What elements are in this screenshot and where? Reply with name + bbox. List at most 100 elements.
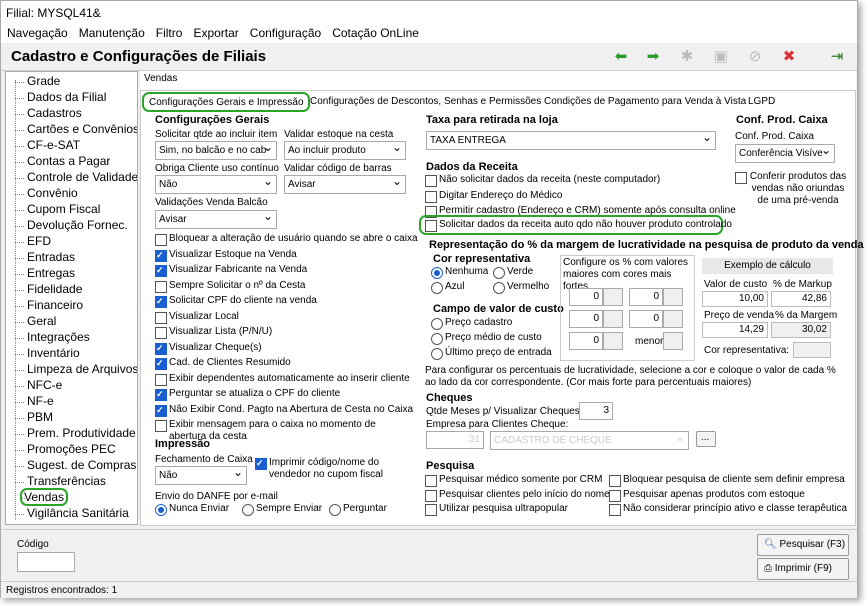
- check-venda-option[interactable]: Cad. de Clientes Resumido: [155, 357, 291, 371]
- save-icon[interactable]: ▣: [711, 48, 731, 66]
- check-venda-option[interactable]: Não Exibir Cond. Pagto na Abertura de Ce…: [155, 404, 413, 418]
- select-conf-prod[interactable]: Conferência Visíve: [735, 144, 835, 163]
- check-venda-option[interactable]: Perguntar se atualiza o CPF do cliente: [155, 388, 340, 402]
- check-solicitar-receita-auto[interactable]: Solicitar dados da receita auto qdo não …: [425, 219, 732, 233]
- input-qtde-meses[interactable]: 3: [579, 402, 613, 420]
- sidebar-item[interactable]: Limpeza de Arquivos: [15, 362, 137, 376]
- tab-lgpd[interactable]: LGPD: [748, 93, 775, 111]
- sidebar-item[interactable]: Vigilância Sanitária: [15, 506, 129, 520]
- exit-icon[interactable]: ⇥: [827, 48, 847, 66]
- sidebar-item[interactable]: NFC-e: [15, 378, 62, 392]
- check-venda-option[interactable]: Visualizar Local: [155, 311, 239, 325]
- input-pct-4[interactable]: 0: [629, 310, 663, 328]
- radio-vermelho[interactable]: Vermelho: [493, 281, 549, 295]
- check-pesq-inicio-nome[interactable]: Pesquisar clientes pelo início do nome: [425, 489, 610, 503]
- color-swatch-5[interactable]: [603, 332, 623, 350]
- sidebar-item[interactable]: Contas a Pagar: [15, 154, 110, 168]
- sidebar-item[interactable]: Cupom Fiscal: [15, 202, 100, 216]
- sidebar-item[interactable]: CF-e-SAT: [15, 138, 80, 152]
- check-venda-option[interactable]: Visualizar Estoque na Venda: [155, 249, 297, 263]
- check-venda-option[interactable]: Bloquear a alteração de usuário quando s…: [155, 233, 418, 247]
- sidebar-item[interactable]: Sugest. de Compras: [15, 458, 136, 472]
- input-pct-1[interactable]: 0: [569, 288, 603, 306]
- tab-descontos[interactable]: Configurações de Descontos, Senhas e Per…: [310, 93, 541, 111]
- check-bloquear-pesq-cliente[interactable]: Bloquear pesquisa de cliente sem definir…: [609, 474, 845, 488]
- sidebar-item[interactable]: Transferências: [15, 474, 106, 488]
- color-swatch-1[interactable]: [603, 288, 623, 306]
- select-validar-codbar[interactable]: Avisar: [284, 175, 406, 194]
- sidebar-item[interactable]: Geral: [15, 314, 56, 328]
- radio-preco-cadastro[interactable]: Preço cadastro: [431, 317, 512, 331]
- radio-perguntar[interactable]: Perguntar: [329, 503, 387, 517]
- select-fechamento[interactable]: Não: [155, 466, 247, 485]
- sidebar-item[interactable]: Prem. Produtividade: [15, 426, 136, 440]
- select-validar-estoque[interactable]: Ao incluir produto: [284, 141, 406, 160]
- check-imprimir-vendedor[interactable]: Imprimir código/nome do vendedor no cupo…: [255, 457, 405, 485]
- input-pct-3[interactable]: 0: [569, 310, 603, 328]
- sidebar-item[interactable]: Entregas: [15, 266, 75, 280]
- tab-pagamento[interactable]: Condições de Pagamento para Venda à Vist…: [544, 93, 746, 111]
- menu-navegacao[interactable]: Navegação: [1, 23, 73, 40]
- sidebar-item[interactable]: Devolução Fornec.: [15, 218, 128, 232]
- sidebar-item[interactable]: Promoções PEC: [15, 442, 116, 456]
- input-pct-2[interactable]: 0: [629, 288, 663, 306]
- select-taxa[interactable]: TAXA ENTREGA: [426, 131, 716, 150]
- sidebar-item[interactable]: Vendas: [20, 488, 69, 506]
- arrow-left-icon[interactable]: ⬅: [611, 48, 631, 66]
- sidebar-item[interactable]: Integrações: [15, 330, 90, 344]
- check-nao-considerar-principio[interactable]: Não considerar princípio ativo e classe …: [609, 503, 847, 517]
- imprimir-button[interactable]: ⎙ Imprimir (F9): [757, 558, 849, 580]
- color-swatch-6[interactable]: [663, 332, 683, 350]
- menu-exportar[interactable]: Exportar: [187, 23, 243, 40]
- radio-nunca-enviar[interactable]: Nunca Enviar: [155, 503, 229, 517]
- pesquisar-button[interactable]: 🔍︎ Pesquisar (F3): [757, 534, 849, 556]
- sidebar-item[interactable]: Grade: [15, 74, 60, 88]
- cancel-icon[interactable]: ⊘: [745, 48, 765, 66]
- new-icon[interactable]: ✱: [677, 48, 697, 66]
- tab-vendas[interactable]: Vendas: [144, 73, 177, 84]
- sidebar-item[interactable]: Inventário: [15, 346, 80, 360]
- radio-preco-medio[interactable]: Preço médio de custo: [431, 332, 542, 346]
- sidebar-item[interactable]: Financeiro: [15, 298, 83, 312]
- check-venda-option[interactable]: Visualizar Fabricante na Venda: [155, 264, 307, 278]
- delete-icon[interactable]: ✖: [779, 48, 799, 66]
- sidebar-item[interactable]: PBM: [15, 410, 53, 424]
- radio-azul[interactable]: Azul: [431, 281, 464, 295]
- sidebar-item[interactable]: Entradas: [15, 250, 75, 264]
- check-conferir-produtos[interactable]: Conferir produtos das vendas não oriunda…: [735, 171, 847, 221]
- radio-nenhuma[interactable]: Nenhuma: [431, 266, 488, 280]
- radio-verde[interactable]: Verde: [493, 266, 533, 280]
- check-venda-option[interactable]: Sempre Solicitar o nº da Cesta: [155, 280, 306, 294]
- check-venda-option[interactable]: Visualizar Cheque(s): [155, 342, 262, 356]
- select-validacoes[interactable]: Avisar: [155, 210, 277, 229]
- check-pesq-medico-crm[interactable]: Pesquisar médico somente por CRM: [425, 474, 602, 488]
- arrow-right-icon[interactable]: ➡: [643, 48, 663, 66]
- select-empresa-cheque[interactable]: CADASTRO DE CHEQUE: [490, 431, 689, 450]
- sidebar-item[interactable]: Fidelidade: [15, 282, 82, 296]
- check-venda-option[interactable]: Visualizar Lista (P/N/U): [155, 326, 272, 340]
- check-venda-option[interactable]: Solicitar CPF do cliente na venda: [155, 295, 317, 309]
- check-ultrapopular[interactable]: Utilizar pesquisa ultrapopular: [425, 503, 568, 517]
- input-codigo[interactable]: [17, 552, 75, 572]
- check-endereco-medico[interactable]: Digitar Endereço do Médico: [425, 190, 562, 204]
- radio-ultimo-preco[interactable]: Último preço de entrada: [431, 347, 552, 361]
- menu-manutencao[interactable]: Manutenção: [73, 23, 150, 40]
- radio-sempre-enviar[interactable]: Sempre Enviar: [242, 503, 322, 517]
- input-pct-5[interactable]: 0: [569, 332, 603, 350]
- sidebar-item[interactable]: NF-e: [15, 394, 54, 408]
- menu-configuracao[interactable]: Configuração: [244, 23, 326, 40]
- empresa-more-button[interactable]: ...: [696, 431, 716, 447]
- color-swatch-2[interactable]: [663, 288, 683, 306]
- menu-cotacao[interactable]: Cotação OnLine: [326, 23, 424, 40]
- sidebar-item[interactable]: Cadastros: [15, 106, 82, 120]
- sidebar-item[interactable]: Dados da Filial: [15, 90, 106, 104]
- color-swatch-4[interactable]: [663, 310, 683, 328]
- color-swatch-3[interactable]: [603, 310, 623, 328]
- select-solicitar-qtde[interactable]: Sim, no balcão e no cab: [155, 141, 277, 160]
- sidebar-item[interactable]: Controle de Validade: [15, 170, 137, 184]
- menu-filtro[interactable]: Filtro: [150, 23, 188, 40]
- check-pesq-estoque[interactable]: Pesquisar apenas produtos com estoque: [609, 489, 805, 503]
- sidebar-item[interactable]: Cartões e Convênios: [15, 122, 137, 136]
- tab-config-gerais[interactable]: Configurações Gerais e Impressão: [142, 92, 310, 112]
- input-empresa-code[interactable]: 31: [426, 431, 484, 449]
